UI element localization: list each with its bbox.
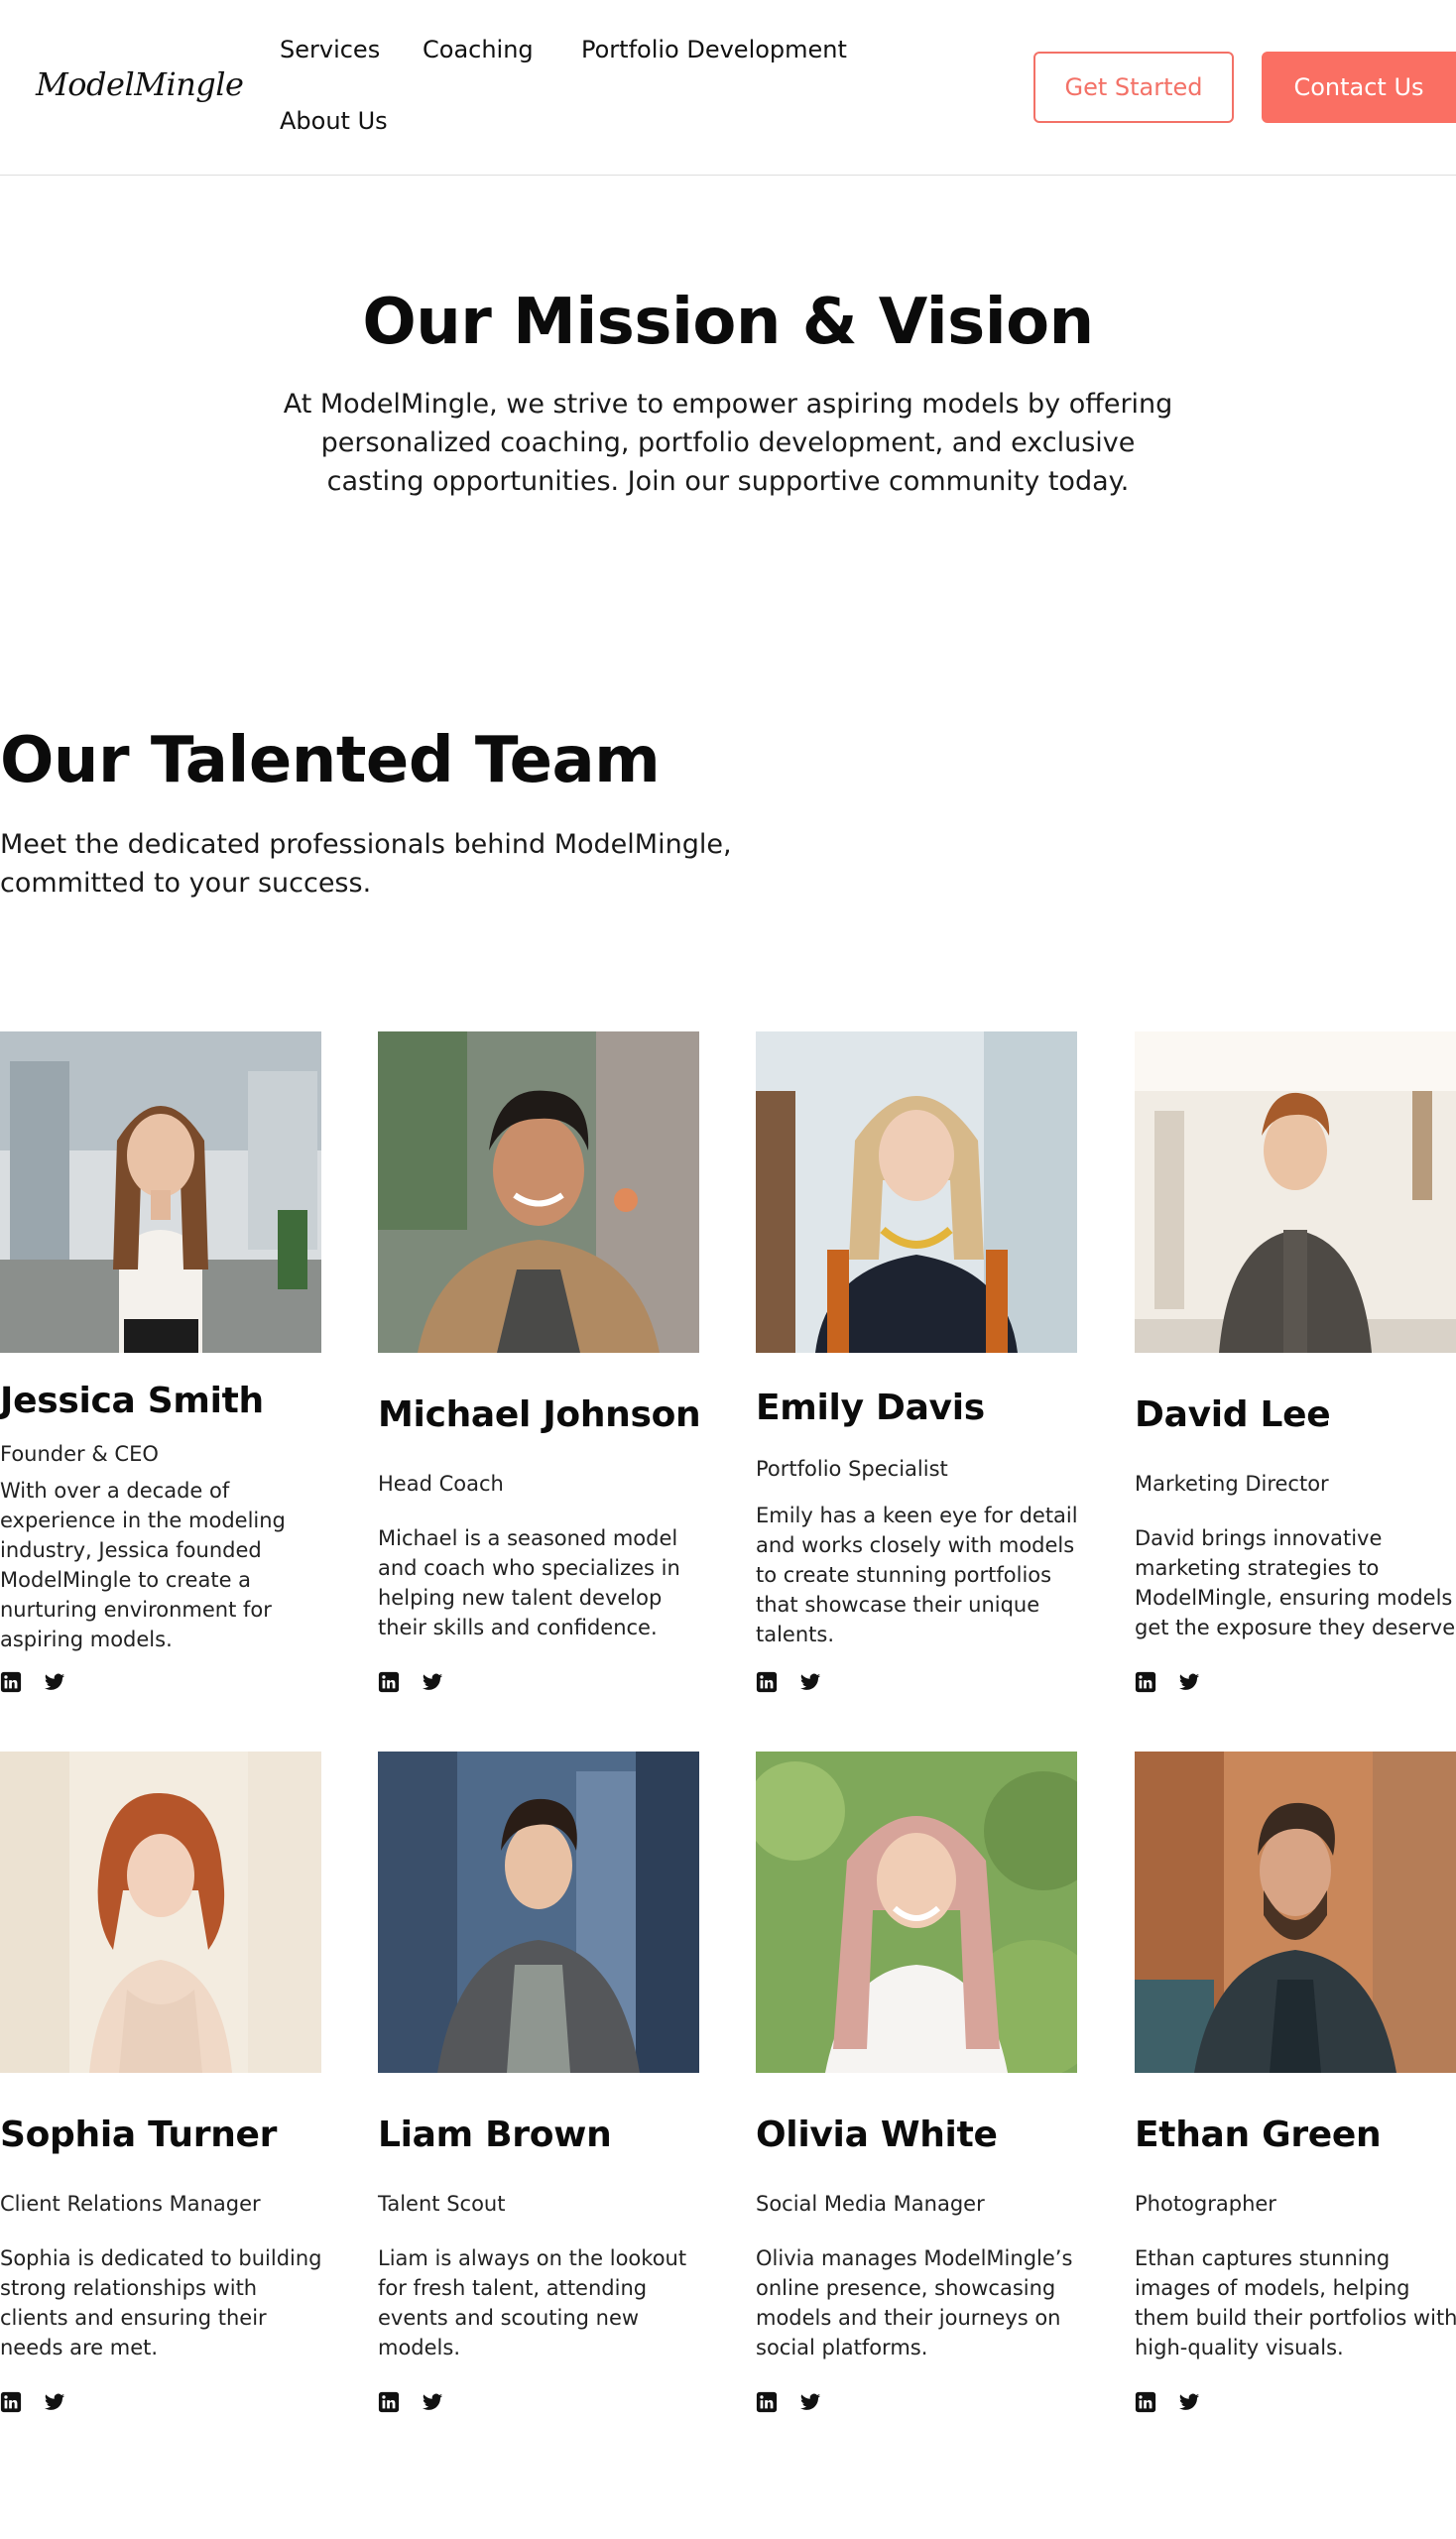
member-name: Sophia Turner: [0, 2115, 278, 2155]
member-photo: [756, 1031, 1077, 1353]
member-role: Portfolio Specialist: [756, 1457, 948, 1481]
member-bio: With over a decade of experience in the …: [0, 1479, 286, 1651]
twitter-icon[interactable]: [44, 2391, 65, 2413]
member-bio: Ethan captures stunning images of models…: [1135, 2246, 1456, 2359]
twitter-icon[interactable]: [1178, 2391, 1200, 2413]
member-role: Founder & CEO: [0, 1442, 159, 1466]
nav-services[interactable]: Services: [280, 36, 380, 63]
member-bio: David brings innovative marketing strate…: [1135, 1526, 1456, 1639]
linkedin-icon[interactable]: [1135, 2391, 1156, 2413]
member-bio: Olivia manages ModelMingle’s online pres…: [756, 2246, 1073, 2359]
member-role: Social Media Manager: [756, 2192, 985, 2216]
member-role: Photographer: [1135, 2192, 1276, 2216]
member-photo: [378, 1031, 699, 1353]
linkedin-icon[interactable]: [0, 2391, 22, 2413]
member-bio: Emily has a keen eye for detail and work…: [756, 1504, 1078, 1646]
member-role: Client Relations Manager: [0, 2192, 261, 2216]
member-name: Ethan Green: [1135, 2115, 1382, 2155]
social-links: [1135, 1669, 1200, 1695]
logo[interactable]: ModelMingle: [36, 65, 244, 103]
linkedin-icon[interactable]: [756, 2391, 778, 2413]
member-role: Head Coach: [378, 1472, 504, 1496]
twitter-icon[interactable]: [1178, 1671, 1200, 1693]
mission-title: Our Mission & Vision: [362, 286, 1094, 359]
linkedin-icon[interactable]: [1135, 1671, 1156, 1693]
member-role: Talent Scout: [378, 2192, 506, 2216]
contact-us-button[interactable]: Contact Us: [1262, 52, 1456, 123]
member-photo: [756, 1752, 1077, 2073]
member-name: Jessica Smith: [0, 1381, 264, 1421]
member-bio: Liam is always on the lookout for fresh …: [378, 2246, 687, 2359]
member-name: Liam Brown: [378, 2115, 612, 2155]
nav-coaching[interactable]: Coaching: [423, 36, 534, 63]
social-links: [0, 1669, 65, 1695]
twitter-icon[interactable]: [799, 2391, 821, 2413]
nav-about-us[interactable]: About Us: [280, 107, 388, 135]
twitter-icon[interactable]: [422, 2391, 443, 2413]
social-links: [756, 1669, 821, 1695]
social-links: [1135, 2389, 1200, 2415]
member-bio: Michael is a seasoned model and coach wh…: [378, 1526, 680, 1639]
social-links: [378, 2389, 443, 2415]
member-photo: [1135, 1752, 1456, 2073]
member-role: Marketing Director: [1135, 1472, 1329, 1496]
member-name: Olivia White: [756, 2115, 998, 2155]
member-name: Michael Johnson: [378, 1394, 701, 1435]
linkedin-icon[interactable]: [378, 2391, 400, 2413]
member-photo: [378, 1752, 699, 2073]
social-links: [0, 2389, 65, 2415]
nav-portfolio-development[interactable]: Portfolio Development: [581, 36, 847, 63]
social-links: [756, 2389, 821, 2415]
member-photo: [0, 1031, 321, 1353]
member-name: David Lee: [1135, 1394, 1331, 1435]
twitter-icon[interactable]: [422, 1671, 443, 1693]
member-photo: [1135, 1031, 1456, 1353]
linkedin-icon[interactable]: [0, 1671, 22, 1693]
twitter-icon[interactable]: [799, 1671, 821, 1693]
team-title: Our Talented Team: [0, 724, 661, 797]
twitter-icon[interactable]: [44, 1671, 65, 1693]
linkedin-icon[interactable]: [756, 1671, 778, 1693]
site-header: ModelMingle Services Coaching Portfolio …: [0, 0, 1456, 176]
member-photo: [0, 1752, 321, 2073]
member-bio: Sophia is dedicated to building strong r…: [0, 2246, 322, 2359]
member-name: Emily Davis: [756, 1388, 985, 1428]
mission-text: At ModelMingle, we strive to empower asp…: [283, 389, 1173, 497]
social-links: [378, 1669, 443, 1695]
linkedin-icon[interactable]: [378, 1671, 400, 1693]
team-subtitle: Meet the dedicated professionals behind …: [0, 829, 732, 899]
get-started-button[interactable]: Get Started: [1033, 52, 1234, 123]
